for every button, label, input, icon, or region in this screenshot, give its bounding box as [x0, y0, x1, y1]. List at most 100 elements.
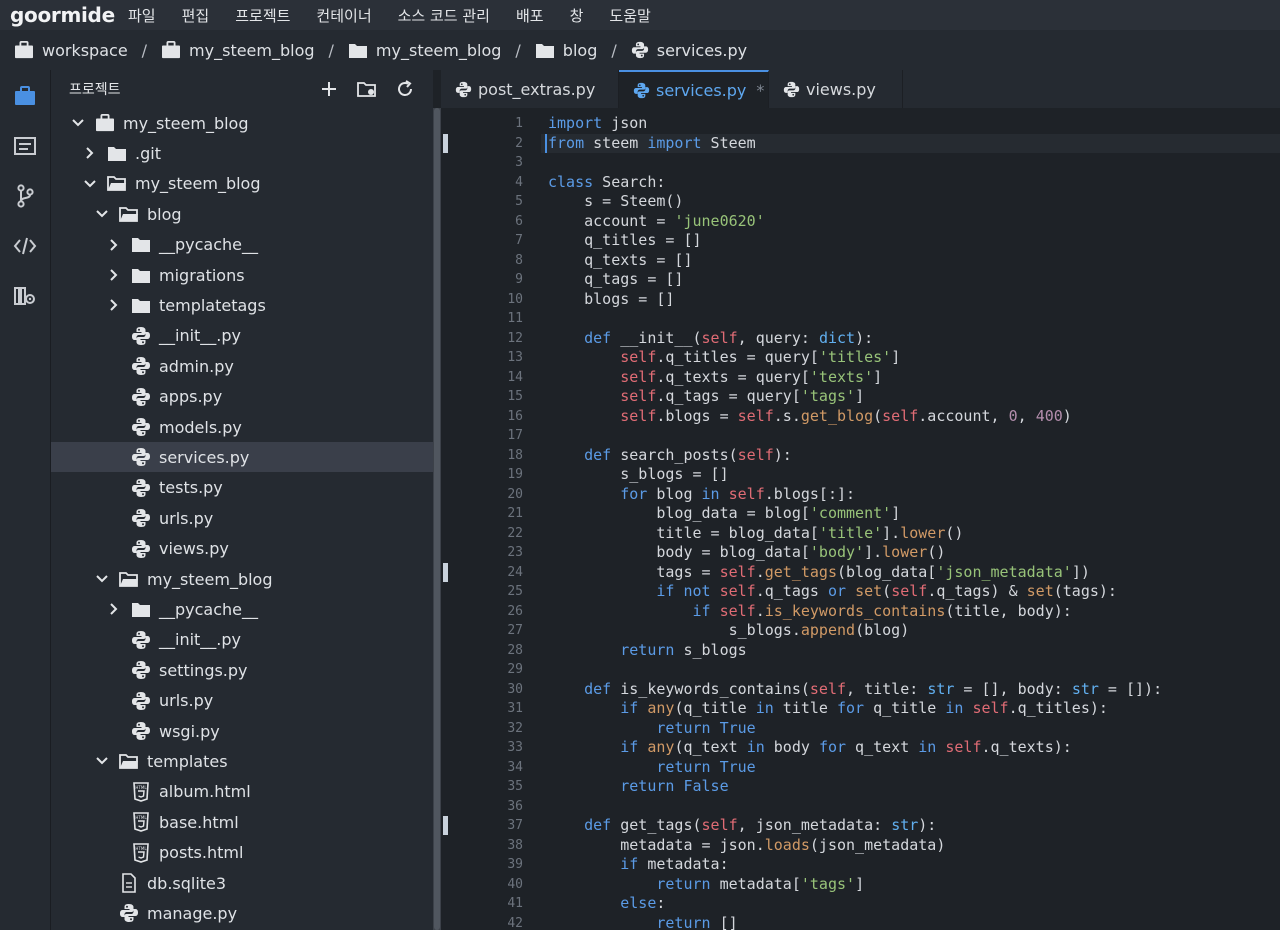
chevron-right-icon[interactable] [107, 268, 121, 282]
chevron-right-icon[interactable] [107, 298, 121, 312]
code-line[interactable]: q_titles = [] [548, 231, 701, 251]
code-line[interactable]: return [] [548, 914, 737, 930]
project-explorer-icon[interactable] [0, 76, 50, 116]
tab-views-py[interactable]: views.py [769, 70, 903, 108]
code-line[interactable]: blog_data = blog['comment'] [548, 504, 900, 524]
code-line[interactable]: if any(q_text in body for q_text in self… [548, 738, 1072, 758]
menu-item-5[interactable]: 배포 [516, 5, 544, 26]
tree-item[interactable]: my_steem_blog [51, 108, 453, 138]
tree-item[interactable]: blog [51, 199, 477, 229]
tree-item[interactable]: views.py [51, 534, 489, 564]
code-line[interactable]: s = Steem() [548, 192, 683, 212]
terminal-panel-icon[interactable] [0, 126, 50, 166]
tree-item[interactable]: HTML posts.html [51, 838, 489, 868]
breadcrumb-item[interactable]: services.py [631, 41, 747, 60]
code-line[interactable]: return True [548, 719, 755, 739]
code-line[interactable]: title = blog_data['title'].lower() [548, 524, 963, 544]
menu-item-1[interactable]: 편집 [182, 5, 210, 26]
code-line[interactable]: if metadata: [548, 855, 728, 875]
tree-item[interactable]: __init__.py [51, 625, 489, 655]
code-line[interactable]: self.q_texts = query['texts'] [548, 368, 882, 388]
breadcrumb-item[interactable]: my_steem_blog [161, 41, 315, 60]
chevron-down-icon[interactable] [71, 116, 85, 130]
code-line[interactable]: else: [548, 894, 665, 914]
tree-item[interactable]: services.py [51, 442, 489, 473]
code-line[interactable]: s_blogs = [] [548, 465, 728, 485]
menu-item-6[interactable]: 창 [570, 5, 584, 26]
code-line[interactable]: self.blogs = self.s.get_blog(self.accoun… [548, 407, 1072, 427]
code-line[interactable]: blogs = [] [548, 290, 674, 310]
library-settings-icon[interactable] [0, 276, 50, 316]
code-line[interactable]: return True [548, 758, 755, 778]
code-line[interactable]: def __init__(self, query: dict): [548, 329, 873, 349]
tree-item[interactable]: urls.py [51, 686, 489, 716]
breadcrumb-item[interactable]: my_steem_blog [348, 41, 501, 60]
menu-item-3[interactable]: 컨테이너 [316, 5, 371, 26]
code-line[interactable]: self.q_titles = query['titles'] [548, 348, 900, 368]
tree-item[interactable]: migrations [51, 260, 489, 290]
tree-item[interactable]: __pycache__ [51, 594, 489, 624]
code-line[interactable]: for blog in self.blogs[:]: [548, 485, 855, 505]
code-line[interactable]: if not self.q_tags or set(self.q_tags) &… [548, 582, 1117, 602]
tree-item[interactable]: tests.py [51, 473, 489, 503]
chevron-right-icon[interactable] [83, 146, 97, 160]
code-line[interactable]: return False [548, 777, 728, 797]
tree-item[interactable]: wsgi.py [51, 716, 489, 746]
tree-item[interactable]: __pycache__ [51, 230, 489, 260]
code-line[interactable]: s_blogs.append(blog) [548, 621, 910, 641]
chevron-down-icon[interactable] [95, 754, 109, 768]
tree-item[interactable]: my_steem_blog [51, 564, 477, 594]
code-line[interactable]: body = blog_data['body'].lower() [548, 543, 945, 563]
tab-post_extras-py[interactable]: post_extras.py [441, 70, 619, 108]
code-line[interactable]: def is_keywords_contains(self, title: st… [548, 680, 1162, 700]
tree-item[interactable]: db.sqlite3 [51, 868, 477, 898]
tree-item[interactable]: templates [51, 746, 477, 776]
code-editor[interactable]: 1 import json 2 from steem import Steem 3 4 cl… [441, 108, 1280, 930]
tree-item[interactable]: manage.py [51, 898, 477, 928]
code-line[interactable]: import json [548, 114, 647, 134]
tree-item[interactable]: my_steem_blog [51, 169, 465, 199]
tree-item[interactable]: __init__.py [51, 321, 489, 351]
new-folder-icon[interactable] [356, 78, 378, 100]
breadcrumb-item[interactable]: blog [535, 41, 597, 60]
chevron-down-icon[interactable] [83, 177, 97, 191]
git-branch-icon[interactable] [0, 176, 50, 216]
sidebar-scrollbar-thumb[interactable] [434, 108, 440, 930]
tree-item[interactable]: models.py [51, 412, 489, 442]
code-line[interactable]: return metadata['tags'] [548, 875, 864, 895]
code-line[interactable]: return s_blogs [548, 641, 746, 661]
code-line[interactable]: if self.is_keywords_contains(title, body… [548, 602, 1072, 622]
chevron-right-icon[interactable] [107, 602, 121, 616]
plus-icon[interactable] [318, 78, 340, 100]
refresh-icon[interactable] [394, 78, 416, 100]
chevron-down-icon[interactable] [95, 207, 109, 221]
tree-item[interactable]: HTML album.html [51, 777, 489, 807]
menu-item-7[interactable]: 도움말 [609, 5, 650, 26]
code-line[interactable]: def get_tags(self, json_metadata: str): [548, 816, 936, 836]
code-line[interactable]: def search_posts(self): [548, 446, 792, 466]
tree-item[interactable]: settings.py [51, 655, 489, 685]
code-line[interactable]: metadata = json.loads(json_metadata) [548, 836, 945, 856]
tree-item[interactable]: .git [51, 138, 465, 168]
code-icon[interactable] [0, 226, 50, 266]
tree-item[interactable]: apps.py [51, 382, 489, 412]
sidebar-scrollbar[interactable] [433, 108, 441, 930]
tab-services-py[interactable]: services.py * [619, 70, 769, 108]
menu-item-4[interactable]: 소스 코드 관리 [398, 5, 490, 26]
tree-item[interactable]: HTML base.html [51, 807, 489, 837]
code-line[interactable]: q_texts = [] [548, 251, 692, 271]
code-line[interactable]: from steem import Steem [548, 134, 756, 154]
code-line[interactable]: if any(q_title in title for q_title in s… [548, 699, 1108, 719]
code-line[interactable]: q_tags = [] [548, 270, 683, 290]
code-line[interactable]: account = 'june0620' [548, 212, 765, 232]
tree-item[interactable]: templatetags [51, 290, 489, 320]
tree-item[interactable]: urls.py [51, 503, 489, 533]
chevron-down-icon[interactable] [95, 572, 109, 586]
menu-item-2[interactable]: 프로젝트 [235, 5, 290, 26]
tree-item[interactable]: admin.py [51, 351, 489, 381]
breadcrumb-item[interactable]: workspace [14, 41, 128, 60]
code-line[interactable]: tags = self.get_tags(blog_data['json_met… [548, 563, 1090, 583]
chevron-right-icon[interactable] [107, 238, 121, 252]
code-line[interactable]: self.q_tags = query['tags'] [548, 387, 864, 407]
code-line[interactable]: class Search: [548, 173, 665, 193]
